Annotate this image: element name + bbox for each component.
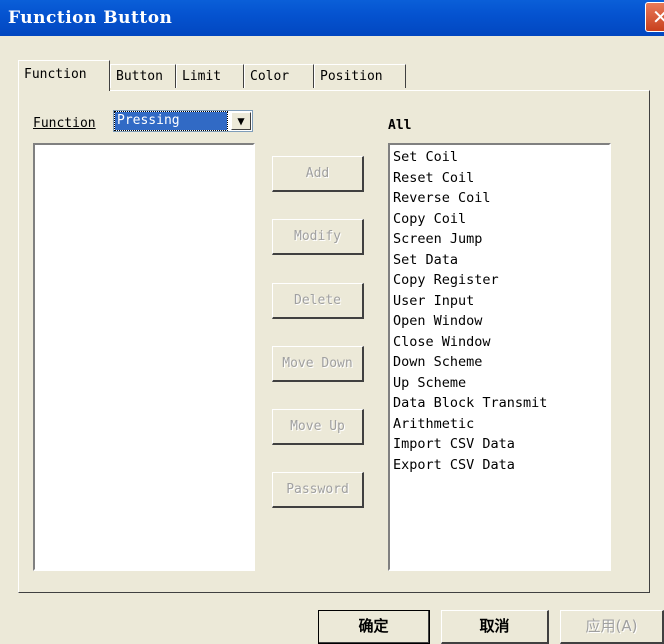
list-item[interactable]: Reset Coil <box>393 168 609 189</box>
list-item[interactable]: Set Data <box>393 250 609 271</box>
list-item[interactable]: Arithmetic <box>393 414 609 435</box>
list-item[interactable]: Copy Coil <box>393 209 609 230</box>
list-item[interactable]: Export CSV Data <box>393 455 609 476</box>
list-item[interactable]: Copy Register <box>393 270 609 291</box>
list-item[interactable]: Data Block Transmit <box>393 393 609 414</box>
list-item[interactable]: Reverse Coil <box>393 188 609 209</box>
tab-position[interactable]: Position <box>314 64 406 88</box>
window-title: Function Button <box>8 8 173 28</box>
selected-functions-list[interactable] <box>33 143 255 571</box>
list-item[interactable]: Open Window <box>393 311 609 332</box>
function-combo[interactable]: Pressing ▼ <box>113 110 253 132</box>
list-item[interactable]: Up Scheme <box>393 373 609 394</box>
all-label: All <box>388 118 412 133</box>
chevron-down-icon[interactable]: ▼ <box>231 112 251 130</box>
modify-button[interactable]: Modify <box>272 219 364 255</box>
move-up-button[interactable]: Move Up <box>272 409 364 445</box>
password-button[interactable]: Password <box>272 472 364 508</box>
list-item[interactable]: Import CSV Data <box>393 434 609 455</box>
function-label: Function <box>33 116 96 131</box>
function-label-text: Function <box>33 116 96 131</box>
list-item[interactable]: Close Window <box>393 332 609 353</box>
tab-function[interactable]: Function <box>18 60 110 91</box>
list-item[interactable]: Screen Jump <box>393 229 609 250</box>
list-item[interactable]: Down Scheme <box>393 352 609 373</box>
add-button[interactable]: Add <box>272 156 364 192</box>
delete-button[interactable]: Delete <box>272 283 364 319</box>
tab-color[interactable]: Color <box>244 64 314 88</box>
list-item[interactable]: User Input <box>393 291 609 312</box>
tab-button[interactable]: Button <box>110 64 176 88</box>
move-down-button[interactable]: Move Down <box>272 346 364 382</box>
title-bar: Function Button ✕ <box>0 0 664 36</box>
function-combo-value: Pressing <box>114 111 228 131</box>
list-item[interactable]: Set Coil <box>393 147 609 168</box>
tab-limit[interactable]: Limit <box>176 64 244 88</box>
all-functions-list[interactable]: Set Coil Reset Coil Reverse Coil Copy Co… <box>388 143 611 571</box>
close-icon[interactable]: ✕ <box>645 2 664 32</box>
